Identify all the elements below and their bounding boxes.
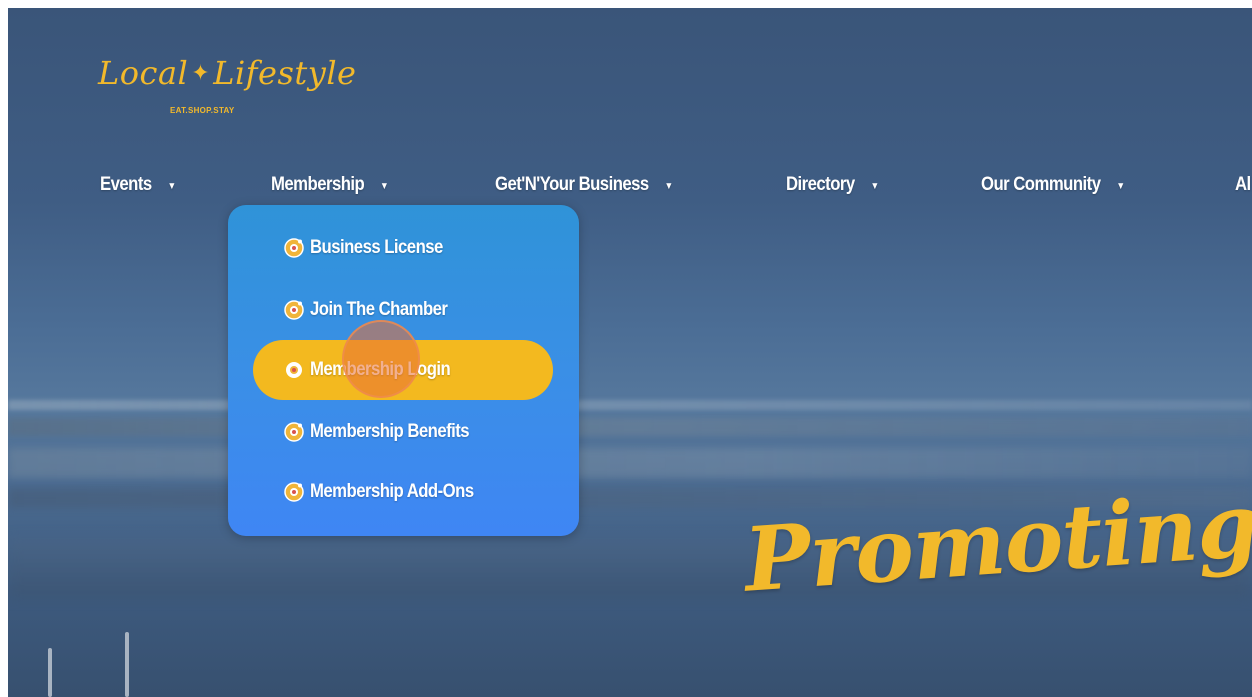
compass-icon — [284, 238, 304, 258]
caret-down-icon: ▼ — [870, 180, 880, 192]
logo-tagline: EAT.SHOP.STAY — [170, 106, 235, 115]
pier-post — [125, 632, 129, 697]
nav-item-get-n-your-business[interactable]: Get'N'Your Business ▼ — [495, 168, 673, 202]
compass-icon — [284, 482, 304, 502]
dropdown-item-business-license[interactable]: Business License — [284, 228, 461, 268]
pier-post — [48, 648, 52, 697]
nav-item-label: Our Community — [981, 174, 1101, 195]
caret-down-icon: ▼ — [664, 180, 674, 192]
compass-icon — [286, 362, 302, 378]
caret-down-icon: ▼ — [380, 180, 389, 192]
dropdown-item-join-the-chamber[interactable]: Join The Chamber — [284, 290, 466, 330]
logo-wordmark: Local ✦Lifestyle — [98, 54, 356, 92]
hero-background: Local ✦Lifestyle EAT.SHOP.STAY Events ▼ Me… — [8, 8, 1252, 697]
compass-star-icon: ✦ — [191, 61, 211, 86]
horizon-band — [8, 448, 1252, 478]
nav-item-membership[interactable]: Membership ▼ — [271, 168, 389, 202]
dropdown-item-membership-login[interactable]: Membership Login — [284, 350, 469, 390]
nav-item-label: Get'N'Your Business — [495, 174, 649, 195]
logo-word-right: Lifestyle — [213, 54, 357, 92]
horizon-band — [8, 418, 1252, 436]
dropdown-item-label: Join The Chamber — [310, 299, 448, 320]
compass-icon — [284, 422, 304, 442]
nav-item-label: Events — [100, 174, 152, 195]
dropdown-item-membership-add-ons[interactable]: Membership Add-Ons — [284, 472, 496, 512]
nav-item-events[interactable]: Events ▼ — [100, 168, 176, 202]
dropdown-item-label: Membership Add-Ons — [310, 481, 474, 502]
main-nav: Events ▼ Membership ▼ Get'N'Your Business ▼… — [8, 168, 1252, 202]
caret-down-icon: ▼ — [167, 180, 177, 192]
logo-word-left: Local — [98, 54, 189, 92]
caret-down-icon: ▼ — [1116, 180, 1125, 192]
nav-item-label: Al — [1235, 174, 1251, 195]
site-logo[interactable]: Local ✦Lifestyle EAT.SHOP.STAY — [98, 54, 358, 124]
nav-item-label: Directory — [786, 174, 855, 195]
horizon-band — [8, 400, 1252, 410]
nav-item-label: Membership — [271, 174, 365, 195]
dropdown-item-label: Membership Benefits — [310, 421, 470, 442]
nav-item-our-community[interactable]: Our Community ▼ — [981, 168, 1125, 202]
dropdown-item-label: Business License — [310, 237, 443, 258]
dropdown-item-membership-benefits[interactable]: Membership Benefits — [284, 412, 491, 452]
nav-item-directory[interactable]: Directory ▼ — [786, 168, 879, 202]
membership-dropdown: Business License Join The Chamber Member… — [228, 205, 579, 536]
dropdown-item-label: Membership Login — [310, 359, 451, 380]
nav-item-about[interactable]: Al — [1235, 168, 1251, 202]
compass-icon — [284, 300, 304, 320]
